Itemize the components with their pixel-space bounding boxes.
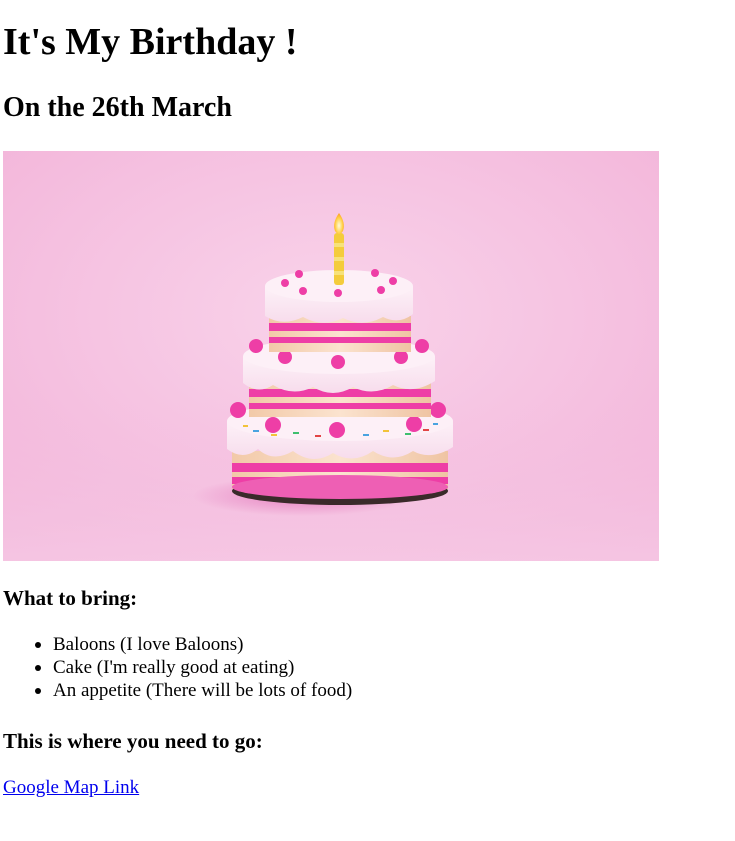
bullet-icon [35, 665, 41, 671]
what-to-bring-heading: What to bring: [3, 586, 138, 610]
location-heading: This is where you need to go: [3, 729, 263, 753]
bring-list: Baloons (I love Baloons) Cake (I'm reall… [3, 633, 352, 702]
cake-illustration [3, 151, 659, 561]
bullet-icon [35, 688, 41, 694]
page-title: It's My Birthday ! [3, 21, 298, 63]
candle-icon [334, 213, 344, 285]
google-map-link[interactable]: Google Map Link [3, 776, 139, 800]
list-item: Cake (I'm really good at eating) [35, 656, 352, 679]
list-item: Baloons (I love Baloons) [35, 633, 352, 656]
birthday-cake-image [3, 151, 659, 561]
list-item-text: An appetite (There will be lots of food) [53, 680, 353, 701]
list-item: An appetite (There will be lots of food) [35, 679, 353, 702]
list-item-text: Baloons (I love Baloons) [53, 634, 244, 655]
list-item-text: Cake (I'm really good at eating) [53, 657, 295, 678]
page-subtitle: On the 26th March [3, 92, 232, 123]
bullet-icon [35, 642, 41, 648]
